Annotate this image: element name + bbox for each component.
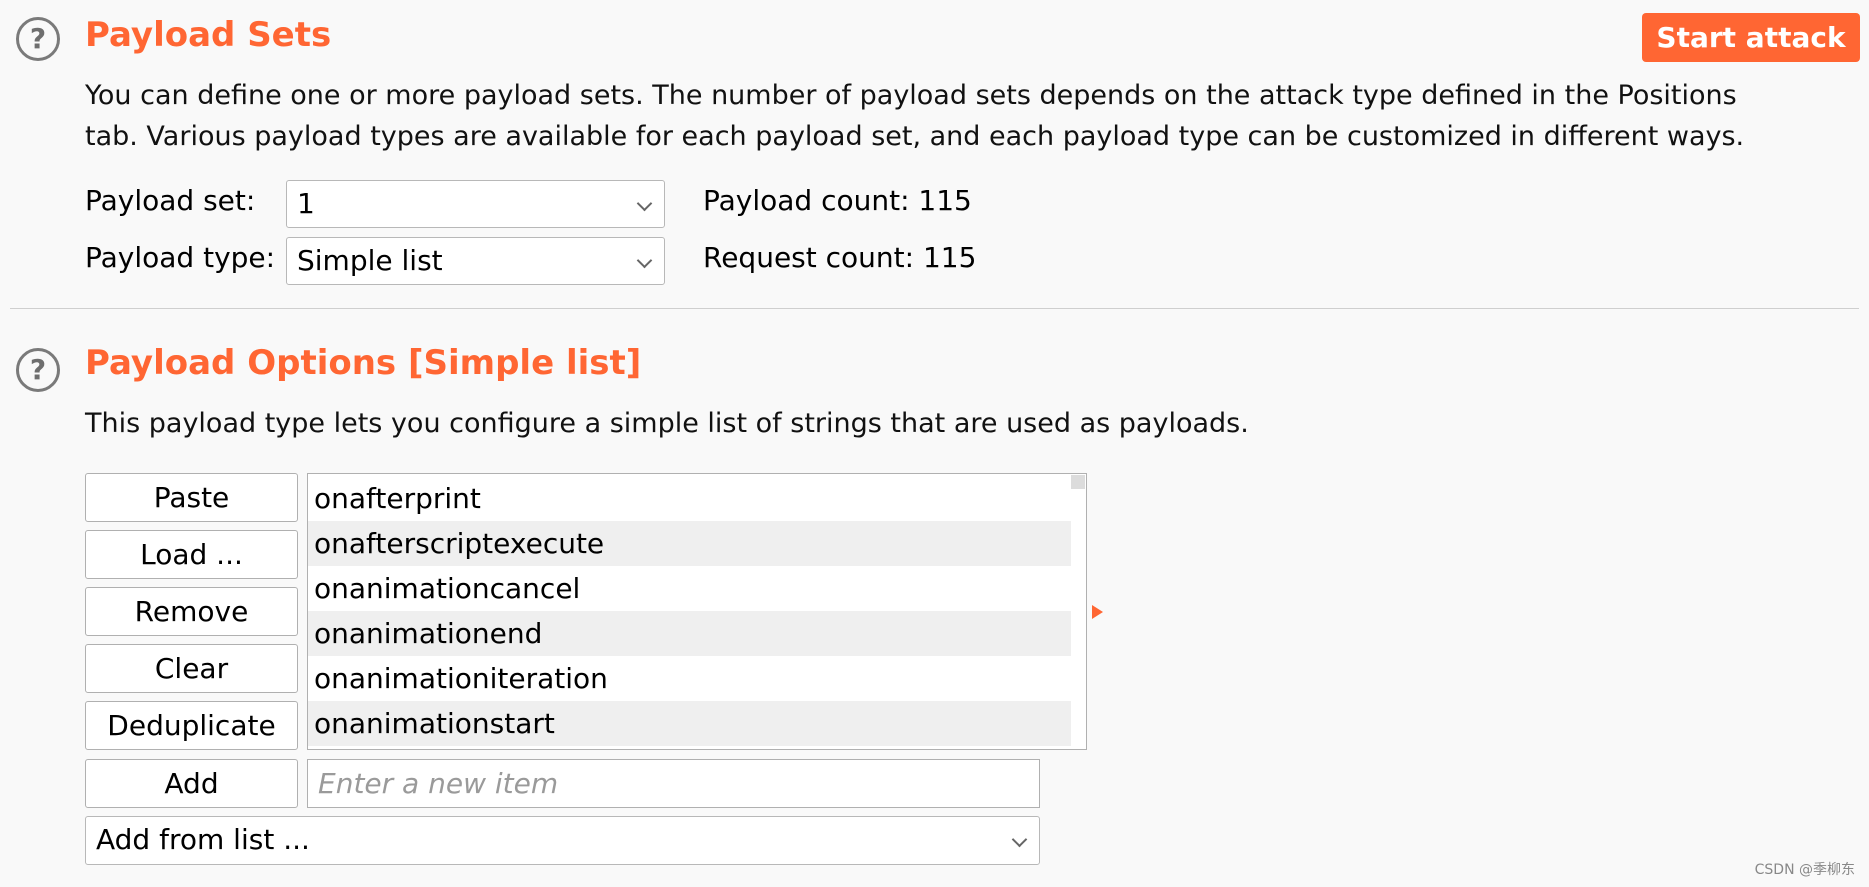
watermark: CSDN @季柳东: [1754, 862, 1855, 878]
remove-button[interactable]: Remove: [85, 587, 298, 636]
add-button[interactable]: Add: [85, 759, 298, 808]
new-item-input[interactable]: [307, 759, 1040, 808]
payload-count: Payload count: 115: [703, 184, 972, 217]
add-from-list-select[interactable]: Add from list ...: [85, 816, 1040, 865]
request-count: Request count: 115: [703, 241, 977, 274]
list-item[interactable]: onanimationstart: [308, 701, 1071, 746]
start-attack-button[interactable]: Start attack: [1642, 13, 1860, 62]
scrollbar[interactable]: [1071, 475, 1085, 489]
payload-sets-description-line2: tab. Various payload types are available…: [85, 121, 1745, 152]
list-item[interactable]: onanimationcancel: [308, 566, 1071, 611]
payload-set-label: Payload set:: [85, 184, 256, 217]
add-from-list-value: Add from list ...: [96, 823, 310, 856]
list-item[interactable]: onafterscriptexecute: [308, 521, 1071, 566]
payload-type-label: Payload type:: [85, 241, 276, 274]
payload-options-description: This payload type lets you configure a s…: [85, 408, 1249, 439]
chevron-down-icon: [636, 252, 653, 269]
payload-sets-description-line1: You can define one or more payload sets.…: [85, 80, 1737, 111]
payload-type-value: Simple list: [297, 244, 443, 277]
expand-arrow-icon[interactable]: [1092, 605, 1103, 619]
payload-options-title: Payload Options [Simple list]: [85, 343, 642, 383]
load-button[interactable]: Load ...: [85, 530, 298, 579]
payload-set-select[interactable]: 1: [286, 180, 665, 228]
payload-list[interactable]: onafterprint onafterscriptexecute onanim…: [307, 473, 1087, 750]
section-divider: [10, 308, 1859, 309]
help-icon[interactable]: ?: [16, 17, 60, 61]
clear-button[interactable]: Clear: [85, 644, 298, 693]
list-item[interactable]: onanimationend: [308, 611, 1071, 656]
paste-button[interactable]: Paste: [85, 473, 298, 522]
list-item[interactable]: onanimationiteration: [308, 656, 1071, 701]
list-item[interactable]: onafterprint: [308, 476, 1071, 521]
help-icon[interactable]: ?: [16, 348, 60, 392]
payload-type-select[interactable]: Simple list: [286, 237, 665, 285]
payload-sets-title: Payload Sets: [85, 15, 332, 55]
deduplicate-button[interactable]: Deduplicate: [85, 701, 298, 750]
chevron-down-icon: [636, 195, 653, 212]
chevron-down-icon: [1011, 831, 1028, 848]
payload-set-value: 1: [297, 187, 315, 220]
